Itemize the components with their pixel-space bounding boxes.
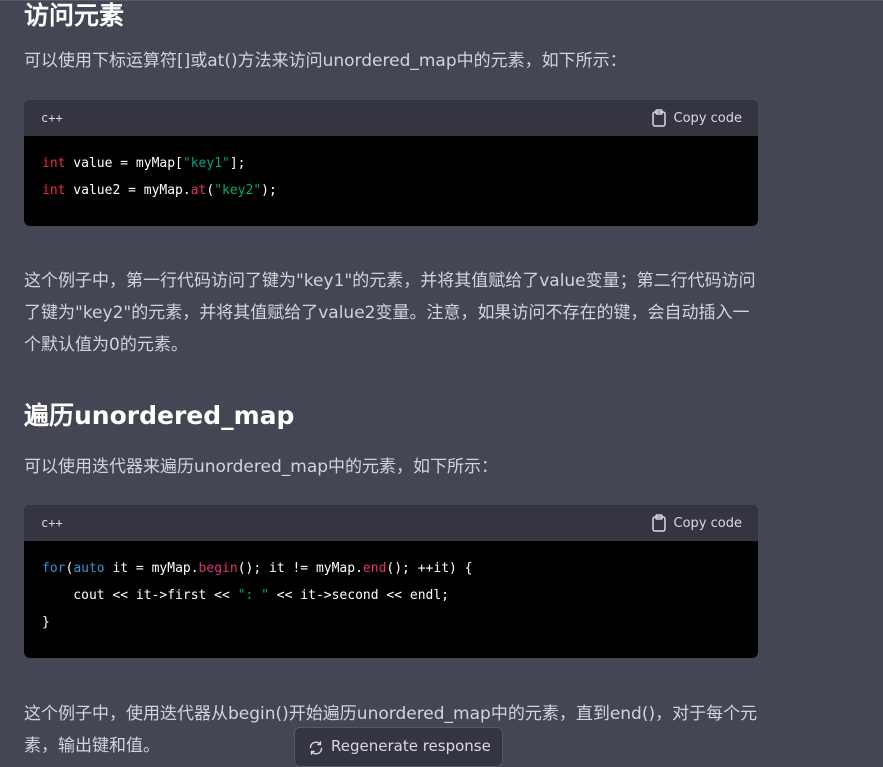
code-line: } [42,609,740,636]
copy-code-button[interactable]: Copy code [651,514,742,532]
code-token: (); ++it) { [386,561,473,576]
code-token: } [42,615,50,630]
section-explanation: 这个例子中，第一行代码访问了键为"key1"的元素，并将其值赋给了value变量… [24,271,756,355]
code-token: ); [261,183,277,198]
code-token: value = myMap[ [65,156,183,171]
regenerate-response-label: Regenerate response [331,737,491,755]
section-heading: 访问元素 [24,1,125,30]
code-token: begin [198,561,238,576]
code-token: auto [73,561,105,576]
code-token: ": " [237,588,269,603]
code-body: for(auto it = myMap.begin(); it != myMap… [24,541,758,636]
section-heading: 遍历unordered_map [24,401,295,430]
clipboard-icon [651,109,666,127]
refresh-icon [309,741,323,755]
code-block: c++ Copy code for(auto it = myMap.begin(… [24,505,758,658]
code-token: "key1" [182,156,230,171]
code-body: int value = myMap["key1"]; int value2 = m… [24,136,758,204]
section-intro: 可以使用迭代器来遍历unordered_map中的元素，如下所示： [24,457,499,477]
code-token: end [362,561,387,576]
code-token: cout << it->first << [42,588,238,603]
code-line: cout << it->first << ": " << it->second … [42,582,740,609]
copy-code-label: Copy code [673,110,742,126]
code-token: (); it != myMap. [237,561,363,576]
code-line: int value = myMap["key1"]; [42,150,740,177]
section-intro: 可以使用下标运算符[]或at()方法来访问unordered_map中的元素，如… [24,51,627,71]
code-token: int [42,156,66,171]
copy-code-button[interactable]: Copy code [651,109,742,127]
code-line: for(auto it = myMap.begin(); it != myMap… [42,555,740,582]
code-token: value2 = myMap. [65,183,191,198]
code-block-header: c++ Copy code [24,100,758,136]
code-token: << it->second << endl; [268,588,449,603]
top-divider [0,0,883,1]
copy-code-label: Copy code [673,515,742,531]
code-block-header: c++ Copy code [24,505,758,541]
code-token: it = myMap. [104,561,199,576]
code-token: "key2" [214,183,262,198]
code-token: ]; [229,156,246,171]
regenerate-response-button[interactable]: Regenerate response [294,727,503,767]
code-block: c++ Copy code int value = myMap["key1"];… [24,100,758,226]
code-language-label: c++ [41,516,63,530]
code-line: int value2 = myMap.at("key2"); [42,177,740,204]
clipboard-icon [651,514,666,532]
code-language-label: c++ [41,111,63,125]
code-token: int [42,183,66,198]
code-token: for [42,561,66,576]
code-token: at [190,183,207,198]
